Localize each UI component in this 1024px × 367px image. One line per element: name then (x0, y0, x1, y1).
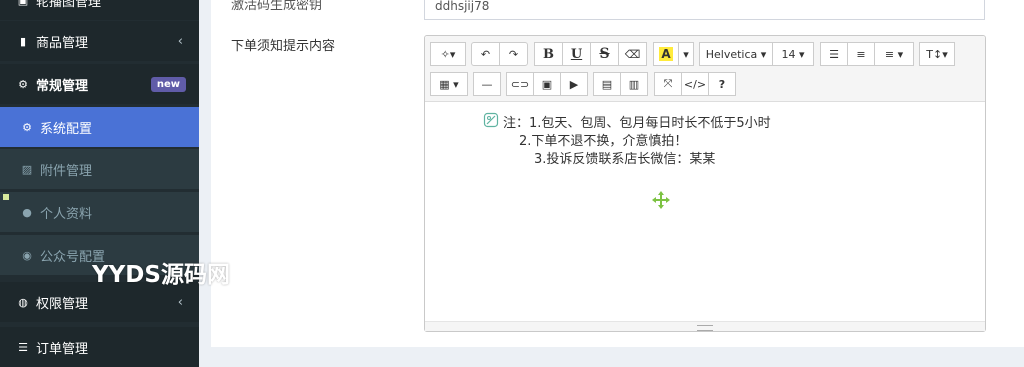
font-size-dropdown[interactable]: 14 ▾ (772, 42, 814, 66)
rich-text-editor[interactable]: ✧▾ ↶ ↷ B U S ⌫ A ▾ Helvetica ▾ 14 ▾ ☰ ≡ … (424, 35, 986, 332)
sidebar-item-label: 轮播图管理 (36, 0, 102, 10)
list-icon: ☰ (18, 340, 28, 354)
link-icon: ⊂⊃ (510, 77, 530, 91)
eraser-icon: ⌫ (624, 47, 641, 61)
sidebar-item-label: 个人资料 (40, 206, 93, 222)
sidebar-item-label: 常规管理 (36, 78, 89, 94)
link-button[interactable]: ⊂⊃ (506, 72, 534, 96)
fullscreen-button[interactable]: ⤧ (654, 72, 682, 96)
file-image-icon: ▨ (21, 162, 33, 176)
wechat-icon: ◉ (22, 248, 32, 262)
sidebar-item-system-config[interactable]: ⚙ 系统配置 (0, 107, 199, 147)
cogs-icon: ⚙ (18, 77, 28, 91)
file-icon: ▤ (601, 77, 613, 91)
eraser-button[interactable]: ⌫ (618, 42, 647, 66)
highlight-a-icon: A (659, 47, 673, 61)
editor-content[interactable]: 注：1.包天、包周、包月每日时长不低于5小时 2.下单不退不换，介意慎拍！ 3.… (425, 102, 985, 324)
sidebar-item-label: 商品管理 (36, 35, 89, 51)
field-label-order-notice: 下单须知提示内容 (231, 39, 336, 54)
paragraph-align-dropdown[interactable]: ≡ ▾ (874, 42, 914, 66)
editor-resize-handle[interactable] (425, 321, 985, 331)
main-content: 激活码生成密钥 ddhsjij78 下单须知提示内容 ✧▾ ↶ ↷ B U S … (199, 0, 1024, 347)
notice-line-2: 2.下单不退不换，介意慎拍！ (519, 134, 688, 149)
grip-icon (697, 325, 713, 331)
bold-button[interactable]: B (534, 42, 563, 66)
sidebar-item-label: 订单管理 (36, 341, 89, 357)
line-height-dropdown[interactable]: T↕▾ (919, 42, 955, 66)
notice-line-1: 注：1.包天、包周、包月每日时长不低于5小时 (503, 116, 771, 131)
activation-key-value: ddhsjij78 (435, 0, 490, 13)
watermark: YYDS源码网 (92, 262, 230, 288)
font-name-dropdown[interactable]: Helvetica ▾ (699, 42, 773, 66)
sidebar-item-carousel[interactable]: ▣ 轮播图管理 (0, 0, 199, 20)
picture-button[interactable]: ▣ (533, 72, 561, 96)
picture-icon: ▣ (541, 77, 553, 91)
unordered-list-button[interactable]: ☰ (820, 42, 848, 66)
cursor-marker (3, 194, 9, 200)
gear-icon: ⚙ (22, 120, 32, 134)
chevron-left-icon: ‹ (177, 294, 183, 310)
sidebar-item-attachments[interactable]: ▨ 附件管理 (0, 149, 199, 189)
sidebar-item-profile[interactable]: ● 个人资料 (0, 192, 199, 232)
field-label-activation-key: 激活码生成密钥 (231, 0, 323, 13)
book-icon: ▮ (19, 34, 27, 48)
move-cross-icon[interactable] (651, 190, 671, 210)
redo-button[interactable]: ↷ (499, 42, 528, 66)
sidebar-item-label: 权限管理 (36, 296, 89, 312)
ordered-list-button[interactable]: ≡ (847, 42, 875, 66)
sidebar-item-label: 附件管理 (40, 163, 93, 179)
undo-button[interactable]: ↶ (471, 42, 500, 66)
sidebar-item-general[interactable]: ⚙ 常规管理 new (0, 64, 199, 104)
document-icon: ▥ (628, 77, 640, 91)
sidebar-item-label: 系统配置 (40, 121, 93, 137)
insert-document-button[interactable]: ▥ (620, 72, 648, 96)
magic-style-button[interactable]: ✧▾ (430, 42, 466, 66)
new-badge: new (150, 77, 186, 92)
insert-file-button[interactable]: ▤ (593, 72, 621, 96)
table-dropdown[interactable]: ▦ ▾ (430, 72, 468, 96)
image-icon: ▣ (17, 0, 29, 7)
group-icon: ◍ (18, 295, 28, 309)
fullscreen-icon: ⤧ (663, 77, 673, 90)
user-icon: ● (22, 205, 32, 219)
sidebar-item-goods[interactable]: ▮ 商品管理 ‹ (0, 21, 199, 61)
notice-line-3: 3.投诉反馈联系店长微信：某某 (534, 152, 716, 167)
sidebar-item-orders[interactable]: ☰ 订单管理 (0, 327, 199, 367)
strikethrough-button[interactable]: S (590, 42, 619, 66)
horizontal-rule-button[interactable]: — (473, 72, 501, 96)
color-dropdown-button[interactable]: ▾ (678, 42, 694, 66)
chevron-left-icon: ‹ (177, 33, 183, 49)
sidebar: ▣ 轮播图管理 ▮ 商品管理 ‹ ⚙ 常规管理 new ⚙ 系统配置 ▨ 附件管… (0, 0, 199, 367)
activation-key-input[interactable]: ddhsjij78 (424, 0, 985, 20)
help-button[interactable]: ? (708, 72, 736, 96)
underline-button[interactable]: U (562, 42, 591, 66)
editor-toolbar: ✧▾ ↶ ↷ B U S ⌫ A ▾ Helvetica ▾ 14 ▾ ☰ ≡ … (425, 36, 985, 102)
code-view-button[interactable]: </> (681, 72, 709, 96)
video-icon: ▶ (569, 77, 579, 91)
image-edit-icon (483, 112, 499, 128)
video-button[interactable]: ▶ (560, 72, 588, 96)
text-color-button[interactable]: A (653, 42, 679, 66)
